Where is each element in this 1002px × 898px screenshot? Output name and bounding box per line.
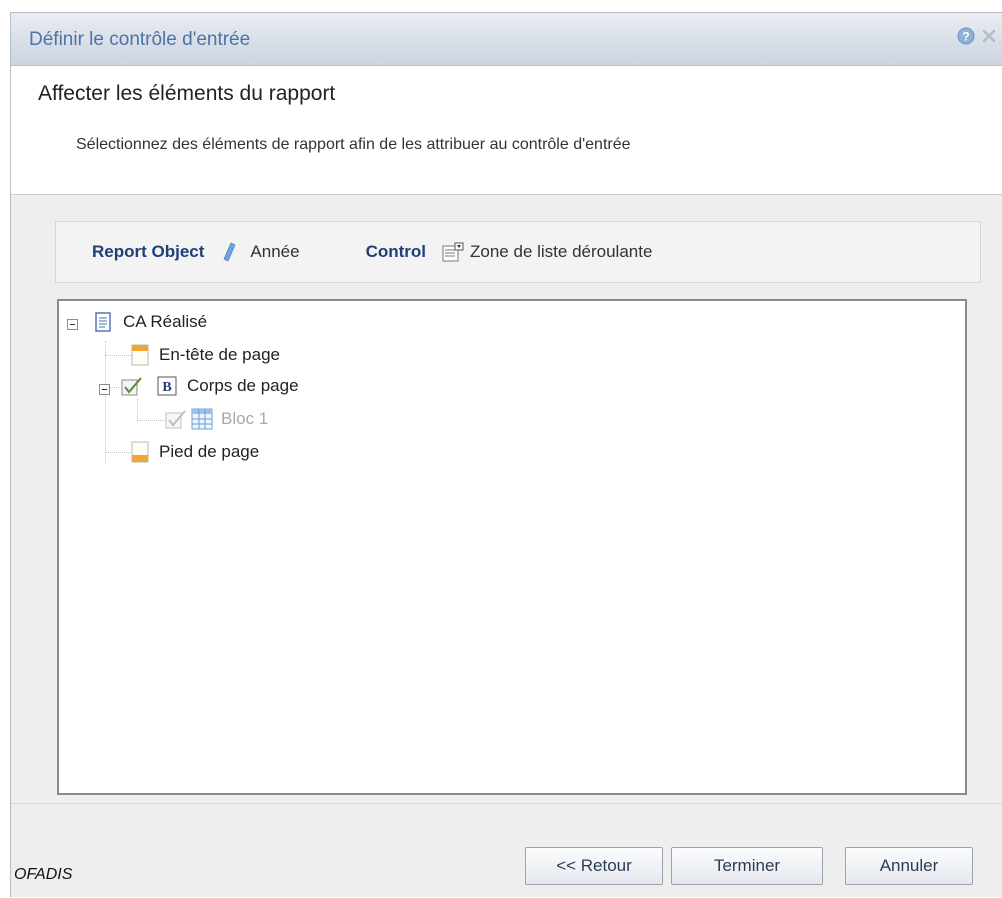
tree-node-block: Bloc 1 bbox=[165, 408, 268, 430]
report-object-value: Année bbox=[250, 242, 300, 261]
tree-node-page-body[interactable]: B Corps de page bbox=[121, 376, 299, 396]
step-title: Affecter les éléments du rapport bbox=[38, 82, 336, 105]
collapse-toggle-root[interactable] bbox=[67, 319, 78, 330]
svg-text:?: ? bbox=[962, 30, 969, 44]
tree-node-page-footer[interactable]: Pied de page bbox=[131, 441, 259, 463]
checkbox-icon[interactable] bbox=[121, 376, 143, 396]
report-elements-tree[interactable]: CA Réalisé En-tête de page B Corps de pa… bbox=[57, 299, 967, 795]
back-button[interactable]: << Retour bbox=[525, 847, 663, 885]
help-icon[interactable]: ? bbox=[957, 27, 975, 50]
input-control-dialog: Définir le contrôle d'entrée ? Affecter … bbox=[10, 12, 1002, 897]
page-footer-icon bbox=[131, 441, 149, 463]
tree-node-label: Corps de page bbox=[187, 376, 299, 395]
dropdown-list-icon bbox=[442, 242, 464, 262]
report-object-label: Report Object bbox=[92, 242, 205, 261]
dialog-title: Définir le contrôle d'entrée bbox=[29, 29, 251, 50]
page-header-icon bbox=[131, 344, 149, 366]
svg-text:B: B bbox=[162, 380, 171, 395]
tree-node-label: CA Réalisé bbox=[123, 312, 208, 331]
table-icon bbox=[191, 408, 213, 430]
dialog-header: Affecter les éléments du rapport Sélecti… bbox=[11, 66, 1002, 195]
document-icon bbox=[95, 312, 111, 332]
close-icon[interactable] bbox=[981, 28, 997, 49]
tree-node-page-header[interactable]: En-tête de page bbox=[131, 344, 280, 366]
tree-node-label: En-tête de page bbox=[159, 345, 280, 364]
brand-watermark: OFADIS bbox=[14, 866, 73, 883]
step-description: Sélectionnez des éléments de rapport afi… bbox=[76, 136, 631, 153]
tree-node-document[interactable]: CA Réalisé bbox=[95, 312, 207, 332]
selection-summary: Report Object Année Control Zone de list… bbox=[55, 221, 981, 283]
checkbox-icon bbox=[165, 409, 187, 429]
collapse-toggle-body[interactable] bbox=[99, 384, 110, 395]
dimension-icon bbox=[222, 242, 236, 262]
control-value: Zone de liste déroulante bbox=[470, 242, 653, 261]
cancel-button[interactable]: Annuler bbox=[845, 847, 973, 885]
tree-node-label: Bloc 1 bbox=[221, 409, 269, 428]
control-label: Control bbox=[365, 242, 427, 261]
body-section-icon: B bbox=[157, 376, 177, 396]
dialog-titlebar: Définir le contrôle d'entrée ? bbox=[11, 13, 1002, 66]
tree-node-label: Pied de page bbox=[159, 442, 260, 461]
finish-button[interactable]: Terminer bbox=[671, 847, 823, 885]
